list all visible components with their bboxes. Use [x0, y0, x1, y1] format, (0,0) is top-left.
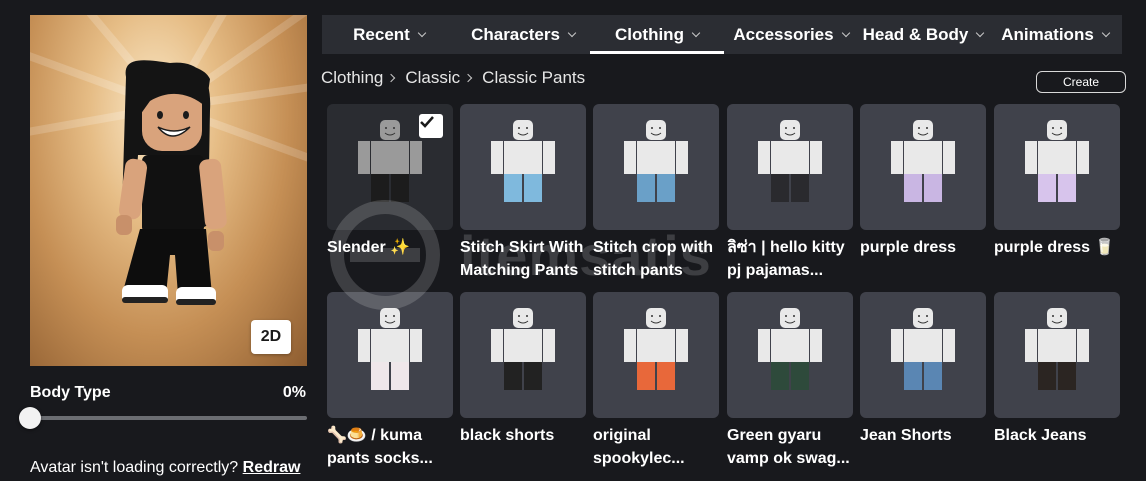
item-name: Black Jeans	[994, 427, 1087, 444]
checkmark-icon	[419, 114, 443, 138]
chevron-down-icon	[567, 28, 577, 37]
mannequin-icon	[1025, 120, 1089, 202]
item-card[interactable]: purple dress 🥛	[994, 104, 1120, 259]
item-thumbnail[interactable]	[994, 292, 1120, 418]
tab-label: Head & Body	[862, 24, 969, 44]
item-card[interactable]: black shorts	[460, 292, 586, 447]
avatar-editor: 2D Body Type 0% Avatar isn't loading cor…	[0, 0, 1146, 481]
item-thumbnail[interactable]	[593, 104, 719, 230]
body-type-slider-thumb[interactable]	[19, 407, 41, 429]
mannequin-icon	[624, 308, 688, 390]
item-name: 🦴🍮 / kuma pants socks...	[327, 427, 433, 467]
mannequin-icon	[891, 120, 955, 202]
breadcrumb-classic-pants: Classic Pants	[482, 68, 586, 87]
breadcrumb: Clothing Classic Classic Pants	[321, 68, 585, 88]
chevron-down-icon	[976, 28, 985, 37]
item-name: black shorts	[460, 427, 555, 444]
mannequin-icon	[758, 120, 822, 202]
breadcrumb-classic[interactable]: Classic	[405, 68, 460, 88]
tab-label: Recent	[353, 24, 410, 44]
item-name: Slender ✨	[327, 239, 411, 256]
avatar-warning-text: Avatar isn't loading correctly?	[30, 459, 239, 476]
item-name: original spookylec...	[593, 427, 685, 467]
item-name: purple dress 🥛	[994, 239, 1115, 256]
item-thumbnail[interactable]	[460, 104, 586, 230]
item-name: Green gyaru vamp ok swag...	[727, 427, 850, 467]
item-card[interactable]: Stitch Skirt With Matching Pants	[460, 104, 586, 282]
chevron-down-icon	[417, 28, 427, 37]
item-card[interactable]: Black Jeans	[994, 292, 1120, 447]
breadcrumb-clothing[interactable]: Clothing	[321, 68, 383, 88]
item-card[interactable]: ลิซ่า | hello kitty pj pajamas...	[727, 104, 853, 282]
chevron-down-icon	[1101, 28, 1111, 37]
item-card[interactable]: Green gyaru vamp ok swag...	[727, 292, 853, 470]
avatar-figure	[116, 60, 227, 305]
tab-accessories[interactable]: Accessories	[724, 15, 858, 54]
view-2d-button[interactable]: 2D	[251, 320, 291, 354]
item-card[interactable]: Slender ✨	[327, 104, 453, 259]
mannequin-icon	[758, 308, 822, 390]
item-card[interactable]: purple dress	[860, 104, 986, 259]
category-nav: Recent Characters Clothing Accessories H…	[322, 15, 1122, 54]
item-card[interactable]: 🦴🍮 / kuma pants socks...	[327, 292, 453, 470]
item-name: purple dress	[860, 239, 957, 256]
item-thumbnail[interactable]	[727, 104, 853, 230]
mannequin-icon	[358, 308, 422, 390]
item-thumbnail[interactable]	[327, 104, 453, 230]
tab-animations[interactable]: Animations	[988, 15, 1122, 54]
tab-label: Characters	[471, 24, 560, 44]
tab-head-body[interactable]: Head & Body	[858, 15, 988, 54]
item-thumbnail[interactable]	[860, 292, 986, 418]
mannequin-icon	[891, 308, 955, 390]
body-type-label: Body Type	[30, 384, 111, 401]
tab-characters[interactable]: Characters	[456, 15, 590, 54]
mannequin-icon	[624, 120, 688, 202]
item-name: ลิซ่า | hello kitty pj pajamas...	[727, 239, 845, 279]
body-type-value: 0%	[282, 384, 306, 401]
tab-label: Accessories	[733, 24, 834, 44]
item-thumbnail[interactable]	[860, 104, 986, 230]
tab-label: Animations	[1001, 24, 1094, 44]
tab-clothing[interactable]: Clothing	[590, 15, 724, 54]
item-name: Stitch Skirt With Matching Pants	[460, 239, 584, 279]
chevron-right-icon	[463, 73, 473, 83]
body-type-slider-track[interactable]	[30, 416, 307, 420]
item-name: Stitch crop with stitch pants	[593, 239, 713, 279]
chevron-down-icon	[841, 28, 850, 37]
item-thumbnail[interactable]	[994, 104, 1120, 230]
redraw-link[interactable]: Redraw	[243, 459, 301, 476]
mannequin-icon	[491, 120, 555, 202]
avatar-warning: Avatar isn't loading correctly? Redraw	[30, 459, 300, 477]
avatar-preview[interactable]: 2D	[30, 15, 307, 366]
tab-recent[interactable]: Recent	[322, 15, 456, 54]
item-thumbnail[interactable]	[327, 292, 453, 418]
chevron-right-icon	[387, 73, 396, 83]
tab-label: Clothing	[615, 24, 684, 44]
item-card[interactable]: Stitch crop with stitch pants	[593, 104, 719, 282]
item-thumbnail[interactable]	[460, 292, 586, 418]
item-thumbnail[interactable]	[593, 292, 719, 418]
create-button[interactable]: Create	[1036, 71, 1126, 93]
item-thumbnail[interactable]	[727, 292, 853, 418]
chevron-down-icon	[691, 28, 701, 37]
mannequin-icon	[491, 308, 555, 390]
mannequin-icon	[1025, 308, 1089, 390]
item-card[interactable]: Jean Shorts	[860, 292, 986, 447]
item-name: Jean Shorts	[860, 427, 952, 444]
item-card[interactable]: original spookylec...	[593, 292, 719, 470]
